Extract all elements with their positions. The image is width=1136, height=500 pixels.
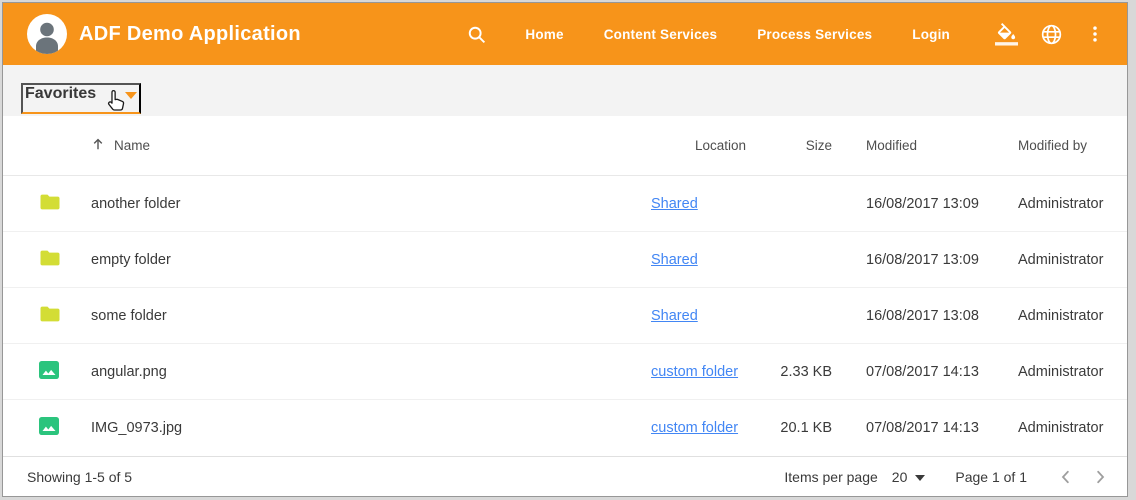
column-label-modified-by: Modified by [1018, 138, 1087, 153]
folder-icon [37, 246, 63, 274]
more-menu-icon[interactable] [1074, 23, 1107, 45]
modified-by: Administrator [1016, 252, 1127, 268]
location-link[interactable]: custom folder [651, 420, 738, 436]
file-type-cell [3, 414, 91, 442]
column-label-size: Size [806, 138, 832, 153]
paginator: Showing 1-5 of 5 Items per page 20 Page … [3, 456, 1127, 496]
column-header-size[interactable]: Size [776, 138, 836, 153]
file-name: angular.png [91, 364, 649, 380]
search-icon[interactable] [455, 24, 505, 45]
showing-range-label: Showing 1-5 of 5 [27, 469, 132, 485]
hand-cursor-icon [104, 87, 130, 115]
column-header-modified[interactable]: Modified [836, 138, 1016, 153]
previous-page-icon[interactable] [1049, 460, 1083, 494]
items-per-page-select[interactable]: 20 [892, 469, 926, 485]
view-toolbar: Favorites [3, 65, 1127, 116]
next-page-icon[interactable] [1083, 460, 1117, 494]
file-type-cell [3, 358, 91, 386]
items-per-page-group: Items per page 20 [784, 469, 925, 485]
location-cell: custom folder [649, 420, 776, 436]
app-window: ADF Demo Application Home Content Servic… [2, 2, 1128, 497]
location-link[interactable]: Shared [651, 308, 698, 324]
modified-by: Administrator [1016, 364, 1127, 380]
location-link[interactable]: custom folder [651, 364, 738, 380]
nav-item-home[interactable]: Home [505, 27, 583, 42]
table-body: another folder Shared 16/08/2017 13:09 A… [3, 176, 1127, 456]
app-header: ADF Demo Application Home Content Servic… [3, 3, 1127, 65]
location-cell: Shared [649, 196, 776, 212]
column-header-modified-by[interactable]: Modified by [1016, 138, 1127, 153]
nav-item-content-services[interactable]: Content Services [584, 27, 738, 42]
file-type-cell [3, 302, 91, 330]
table-row[interactable]: empty folder Shared 16/08/2017 13:09 Adm… [3, 232, 1127, 288]
table-row[interactable]: some folder Shared 16/08/2017 13:08 Admi… [3, 288, 1127, 344]
column-header-name[interactable]: Name [91, 137, 649, 154]
caret-down-icon [915, 475, 925, 481]
nav-item-process-services[interactable]: Process Services [737, 27, 892, 42]
language-globe-icon[interactable] [1029, 23, 1074, 46]
modified-date: 16/08/2017 13:08 [836, 308, 1016, 324]
modified-by: Administrator [1016, 196, 1127, 212]
items-per-page-value: 20 [892, 469, 908, 485]
column-header-location[interactable]: Location [649, 138, 776, 153]
file-name: IMG_0973.jpg [91, 420, 649, 436]
image-icon [37, 358, 61, 386]
image-icon [37, 414, 61, 442]
sort-ascending-icon [91, 137, 105, 154]
location-link[interactable]: Shared [651, 252, 698, 268]
column-label-modified: Modified [866, 138, 917, 153]
modified-by: Administrator [1016, 420, 1127, 436]
file-type-cell [3, 190, 91, 218]
page-range-label: Page 1 of 1 [955, 469, 1027, 485]
table-row[interactable]: another folder Shared 16/08/2017 13:09 A… [3, 176, 1127, 232]
file-size: 20.1 KB [776, 420, 836, 436]
column-label-location: Location [695, 138, 746, 153]
nav-item-login[interactable]: Login [892, 27, 970, 42]
modified-date: 07/08/2017 14:13 [836, 364, 1016, 380]
page-nav-group [1049, 460, 1117, 494]
modified-date: 16/08/2017 13:09 [836, 252, 1016, 268]
location-cell: Shared [649, 252, 776, 268]
modified-date: 07/08/2017 14:13 [836, 420, 1016, 436]
file-name: some folder [91, 308, 649, 324]
header-nav: Home Content Services Process Services L… [505, 27, 970, 42]
file-size: 2.33 KB [776, 364, 836, 380]
items-per-page-label: Items per page [784, 469, 877, 485]
file-name: another folder [91, 196, 649, 212]
folder-icon [37, 190, 63, 218]
view-label: Favorites [25, 85, 96, 103]
location-cell: Shared [649, 308, 776, 324]
file-name: empty folder [91, 252, 649, 268]
theme-color-fill-icon[interactable] [984, 23, 1029, 46]
user-avatar-icon [27, 14, 67, 54]
table-row[interactable]: IMG_0973.jpg custom folder 20.1 KB 07/08… [3, 400, 1127, 456]
modified-by: Administrator [1016, 308, 1127, 324]
modified-date: 16/08/2017 13:09 [836, 196, 1016, 212]
table-header-row: Name Location Size Modified Modified by [3, 116, 1127, 176]
app-title: ADF Demo Application [79, 23, 301, 46]
column-label-name: Name [114, 138, 150, 153]
document-list: Name Location Size Modified Modified by [3, 116, 1127, 496]
table-row[interactable]: angular.png custom folder 2.33 KB 07/08/… [3, 344, 1127, 400]
folder-icon [37, 302, 63, 330]
location-link[interactable]: Shared [651, 196, 698, 212]
location-cell: custom folder [649, 364, 776, 380]
file-type-cell [3, 246, 91, 274]
